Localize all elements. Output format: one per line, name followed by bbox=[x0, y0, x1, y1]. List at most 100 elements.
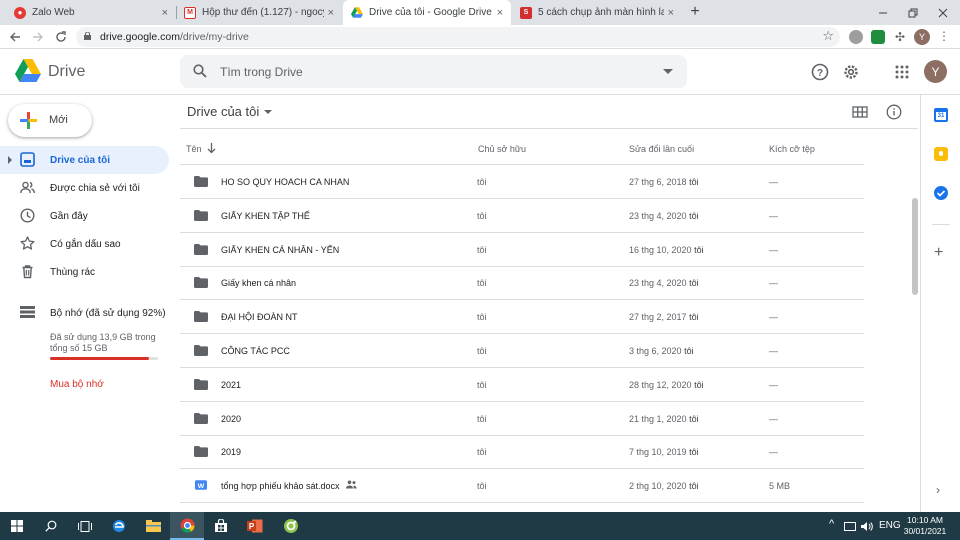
help-icon[interactable]: ? bbox=[810, 62, 830, 82]
storage-title[interactable]: Bộ nhớ (đã sử dụng 92%) bbox=[50, 308, 166, 319]
file-row[interactable]: HO SO QUY HOACH CA NHAN tôi 27 thg 6, 2018… bbox=[180, 165, 864, 199]
tray-notification-icon[interactable] bbox=[844, 522, 856, 531]
browser-menu-icon[interactable]: ⋮ bbox=[938, 29, 950, 43]
sort-arrow-icon[interactable] bbox=[207, 143, 216, 154]
grid-view-icon[interactable] bbox=[852, 104, 868, 120]
close-tab-icon[interactable]: × bbox=[497, 7, 503, 19]
settings-gear-icon[interactable] bbox=[841, 62, 861, 82]
drive-logo-icon[interactable] bbox=[15, 59, 41, 82]
tab-gmail[interactable]: M Hộp thư đến (1.127) - ngocyen.t × bbox=[176, 0, 342, 25]
chrome-browser-icon[interactable] bbox=[170, 512, 204, 540]
restore-icon[interactable] bbox=[898, 0, 928, 25]
folder-icon bbox=[194, 277, 208, 289]
forward-arrow-icon[interactable] bbox=[29, 28, 47, 46]
browser-tab-strip: ● Zalo Web × M Hộp thư đến (1.127) - ngo… bbox=[0, 0, 960, 25]
search-options-dropdown-icon[interactable] bbox=[663, 69, 673, 74]
sidebar-item-shared-with-me[interactable]: Được chia sẻ với tôi bbox=[0, 174, 169, 202]
file-row[interactable]: 2019 tôi 7 thg 10, 2019 tôi — bbox=[180, 435, 864, 470]
folder-icon bbox=[194, 243, 208, 255]
search-box[interactable]: Tìm trong Drive bbox=[180, 55, 687, 88]
calendar-icon[interactable]: 31 bbox=[934, 108, 948, 122]
sidebar-item-my-drive[interactable]: Drive của tôi bbox=[0, 146, 169, 174]
apps-grid-icon[interactable] bbox=[892, 62, 912, 82]
file-row[interactable]: 2021 tôi 28 thg 12, 2020 tôi — bbox=[180, 368, 864, 402]
folder-icon bbox=[194, 412, 208, 424]
hide-panel-chevron-icon[interactable]: › bbox=[936, 483, 940, 497]
drive-brand-label: Drive bbox=[48, 63, 86, 80]
url-text: drive.google.com/drive/my-drive bbox=[100, 31, 249, 43]
column-header-owner[interactable]: Chủ sở hữu bbox=[478, 144, 526, 154]
details-info-icon[interactable] bbox=[886, 104, 902, 120]
file-row[interactable]: ĐẠI HỘI ĐOÀN NT tôi 27 thg 2, 2017 tôi — bbox=[180, 300, 864, 335]
title-dropdown-icon[interactable] bbox=[264, 110, 272, 114]
taskbar-clock[interactable]: 10:10 AM 30/01/2021 bbox=[903, 515, 947, 537]
modified-by: tôi bbox=[689, 278, 699, 289]
browser-profile-avatar[interactable]: Y bbox=[914, 29, 930, 45]
browser-toolbar: drive.google.com/drive/my-drive ☆ ✣ Y ⋮ bbox=[0, 25, 960, 49]
task-view-icon[interactable] bbox=[68, 512, 102, 540]
tab-title: 5 cách chụp ảnh màn hình laptop bbox=[538, 7, 664, 18]
input-language-indicator[interactable]: ENG bbox=[879, 520, 901, 531]
close-window-icon[interactable] bbox=[928, 0, 958, 25]
keep-icon[interactable] bbox=[934, 147, 948, 161]
sidebar-item-label: Có gắn dấu sao bbox=[50, 239, 121, 250]
shield-extension-icon[interactable] bbox=[871, 30, 885, 44]
file-owner: tôi bbox=[477, 413, 487, 424]
tasks-icon[interactable] bbox=[934, 186, 948, 200]
address-bar[interactable]: drive.google.com/drive/my-drive ☆ bbox=[76, 27, 840, 47]
tray-chevron-icon[interactable]: ^ bbox=[829, 518, 834, 530]
volume-icon[interactable] bbox=[861, 522, 873, 531]
file-owner: tôi bbox=[477, 379, 487, 390]
file-row[interactable]: GIẤY KHEN TẬP THỂ tôi 23 thg 4, 2020 tôi — bbox=[180, 199, 864, 233]
file-size: — bbox=[769, 413, 778, 424]
scrollbar-track[interactable] bbox=[909, 129, 919, 512]
reload-icon[interactable] bbox=[52, 28, 70, 46]
new-button[interactable]: Mới bbox=[8, 104, 92, 137]
expand-arrow-icon[interactable] bbox=[8, 156, 12, 164]
file-row[interactable]: CÔNG TÁC PCC tôi 3 thg 6, 2020 tôi — bbox=[180, 334, 864, 368]
minimize-icon[interactable] bbox=[868, 0, 898, 25]
column-header-modified[interactable]: Sửa đổi lần cuối bbox=[629, 144, 694, 154]
sidebar-item-trash[interactable]: Thùng rác bbox=[0, 258, 169, 286]
file-name: tổng hợp phiếu khảo sát.docx bbox=[221, 481, 340, 492]
new-tab-button[interactable]: + bbox=[686, 3, 704, 21]
file-modified: 7 thg 10, 2019 tôi bbox=[629, 447, 699, 457]
buy-storage-link[interactable]: Mua bộ nhớ bbox=[50, 379, 104, 390]
tab-google-drive[interactable]: Drive của tôi - Google Drive × bbox=[343, 0, 511, 25]
column-header-name[interactable]: Tên bbox=[186, 144, 202, 154]
modified-by: tôi bbox=[684, 346, 694, 356]
drive-favicon-icon bbox=[351, 7, 363, 19]
edge-browser-icon[interactable] bbox=[102, 512, 136, 540]
back-arrow-icon[interactable] bbox=[6, 28, 24, 46]
search-icon[interactable] bbox=[193, 64, 207, 78]
column-header-size[interactable]: Kích cỡ tệp bbox=[769, 144, 815, 154]
file-size: — bbox=[769, 346, 778, 356]
scrollbar-thumb[interactable] bbox=[912, 198, 918, 295]
close-tab-icon[interactable]: × bbox=[668, 7, 674, 19]
zalo-favicon-icon: ● bbox=[14, 6, 26, 19]
bookmark-star-icon[interactable]: ☆ bbox=[822, 28, 834, 44]
store-icon[interactable] bbox=[204, 512, 238, 540]
sidebar-item-recent[interactable]: Gần đây bbox=[0, 202, 169, 230]
sidebar-item-starred[interactable]: Có gắn dấu sao bbox=[0, 230, 169, 258]
app-launcher-icon[interactable] bbox=[274, 512, 308, 540]
file-explorer-icon[interactable] bbox=[136, 512, 170, 540]
taskbar-search-icon[interactable] bbox=[34, 512, 68, 540]
search-input[interactable]: Tìm trong Drive bbox=[220, 65, 303, 79]
tab-zalo[interactable]: ● Zalo Web × bbox=[6, 0, 176, 25]
file-row[interactable]: 2020 tôi 21 thg 1, 2020 tôi — bbox=[180, 402, 864, 436]
powerpoint-icon[interactable]: P bbox=[238, 512, 272, 540]
tab-screenshot-article[interactable]: S 5 cách chụp ảnh màn hình laptop × bbox=[512, 0, 682, 25]
file-row[interactable]: GIẤY KHEN CÁ NHÂN - YẾN tôi 16 thg 10, 202… bbox=[180, 233, 864, 267]
windows-start-icon[interactable] bbox=[0, 512, 34, 540]
close-tab-icon[interactable]: × bbox=[162, 7, 168, 19]
file-row[interactable]: Giấy khen cá nhân tôi 23 thg 4, 2020 tôi — bbox=[180, 266, 864, 301]
close-tab-icon[interactable]: × bbox=[328, 7, 334, 19]
page-title[interactable]: Drive của tôi bbox=[187, 104, 259, 119]
puzzle-extensions-icon[interactable]: ✣ bbox=[893, 30, 907, 44]
file-size: — bbox=[769, 447, 778, 458]
get-addons-plus-icon[interactable]: + bbox=[934, 245, 943, 261]
file-row[interactable]: Wtổng hợp phiếu khảo sát.docx tôi 2 thg 10… bbox=[180, 469, 864, 504]
account-avatar[interactable]: Y bbox=[924, 60, 947, 83]
extension-icon[interactable] bbox=[849, 30, 863, 44]
